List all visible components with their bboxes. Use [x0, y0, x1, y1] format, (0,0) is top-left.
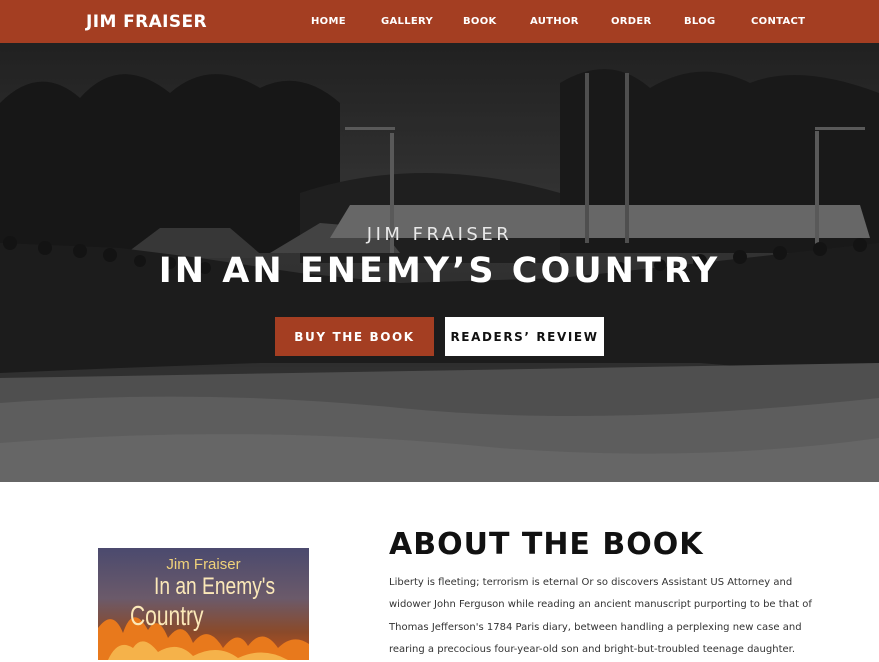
- hero-section: JIM FRAISER IN AN ENEMY’S COUNTRY BUY TH…: [0, 43, 879, 482]
- nav-gallery[interactable]: GALLERY: [381, 16, 433, 27]
- nav-home[interactable]: HOME: [311, 16, 346, 27]
- about-line: rearing a precocious four-year-old son a…: [389, 644, 796, 656]
- hero-title: IN AN ENEMY’S COUNTRY: [158, 251, 721, 291]
- about-line: Liberty is fleeting; terrorism is eterna…: [389, 577, 793, 588]
- about-heading: ABOUT THE BOOK: [389, 527, 704, 562]
- about-paragraph: Liberty is fleeting; terrorism is eterna…: [389, 572, 812, 662]
- nav-book[interactable]: BOOK: [463, 16, 497, 27]
- site-logo[interactable]: JIM FRAISER: [86, 12, 207, 32]
- cover-title-line2: Country: [130, 600, 204, 631]
- about-line: widower John Ferguson while reading an a…: [389, 599, 812, 611]
- site-header: JIM FRAISER HOME GALLERY BOOK AUTHOR ORD…: [0, 0, 879, 43]
- nav-author[interactable]: AUTHOR: [530, 16, 579, 27]
- about-line: Thomas Jefferson's 1784 Paris diary, bet…: [389, 621, 802, 633]
- nav-order[interactable]: ORDER: [611, 16, 652, 27]
- hero-author: JIM FRAISER: [366, 224, 513, 245]
- nav-contact[interactable]: CONTACT: [751, 16, 805, 27]
- nav-blog[interactable]: BLOG: [684, 16, 716, 27]
- readers-review-button[interactable]: READERS’ REVIEW: [445, 317, 604, 356]
- cover-author: Jim Fraiser: [166, 556, 241, 573]
- cover-title-line1: In an Enemy's: [154, 573, 276, 600]
- book-cover-image: Jim Fraiser In an Enemy's Country: [98, 548, 309, 660]
- buy-book-button[interactable]: BUY THE BOOK: [275, 317, 434, 356]
